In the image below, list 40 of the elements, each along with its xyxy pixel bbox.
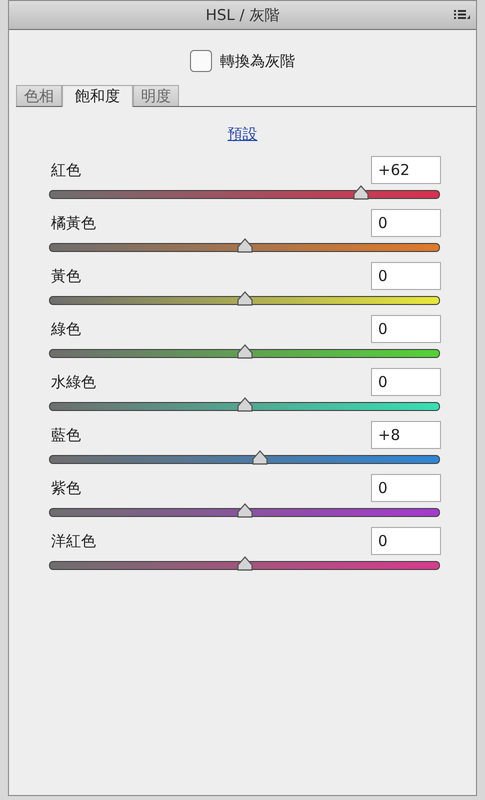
- menu-icon[interactable]: [454, 10, 470, 19]
- slider[interactable]: [48, 397, 441, 413]
- slider-thumb[interactable]: [236, 556, 254, 572]
- slider[interactable]: [48, 291, 441, 307]
- slider-label: 水綠色: [51, 372, 96, 392]
- value-field[interactable]: 0: [371, 368, 441, 396]
- slider-thumb[interactable]: [236, 291, 254, 307]
- tab[interactable]: 明度: [133, 85, 179, 106]
- slider-thumb[interactable]: [236, 503, 254, 519]
- value-field[interactable]: 0: [371, 474, 441, 502]
- checkbox-label: 轉換為灰階: [220, 52, 295, 70]
- slider[interactable]: [48, 503, 441, 519]
- slider-label: 紅色: [51, 160, 81, 180]
- value-field[interactable]: +62: [371, 156, 441, 184]
- slider[interactable]: [48, 344, 441, 360]
- panel-title: HSL / 灰階: [206, 6, 280, 24]
- slider-label: 洋紅色: [51, 532, 96, 550]
- slider-thumb[interactable]: [236, 397, 254, 413]
- slider-thumb[interactable]: [236, 238, 254, 254]
- slider-label: 藍色: [51, 426, 81, 444]
- default-link[interactable]: 預設: [228, 125, 258, 144]
- slider-label: 綠色: [51, 320, 81, 338]
- value-field[interactable]: +8: [371, 421, 441, 449]
- slider-label: 紫色: [51, 478, 81, 498]
- slider-thumb[interactable]: [236, 344, 254, 360]
- slider-thumb[interactable]: [352, 185, 370, 201]
- tab[interactable]: 色相: [16, 85, 62, 106]
- slider[interactable]: [48, 556, 441, 572]
- slider[interactable]: [48, 450, 441, 466]
- value-field[interactable]: 0: [371, 262, 441, 290]
- slider-label: 黃色: [51, 266, 81, 286]
- value-field[interactable]: 0: [371, 527, 441, 555]
- value-field[interactable]: 0: [371, 315, 441, 343]
- tab[interactable]: 飽和度: [62, 85, 133, 107]
- checkbox[interactable]: [190, 50, 212, 72]
- slider[interactable]: [48, 185, 441, 201]
- slider-label: 橘黃色: [51, 214, 96, 232]
- value-field[interactable]: 0: [371, 209, 441, 237]
- slider-thumb[interactable]: [250, 450, 268, 466]
- slider[interactable]: [48, 238, 441, 254]
